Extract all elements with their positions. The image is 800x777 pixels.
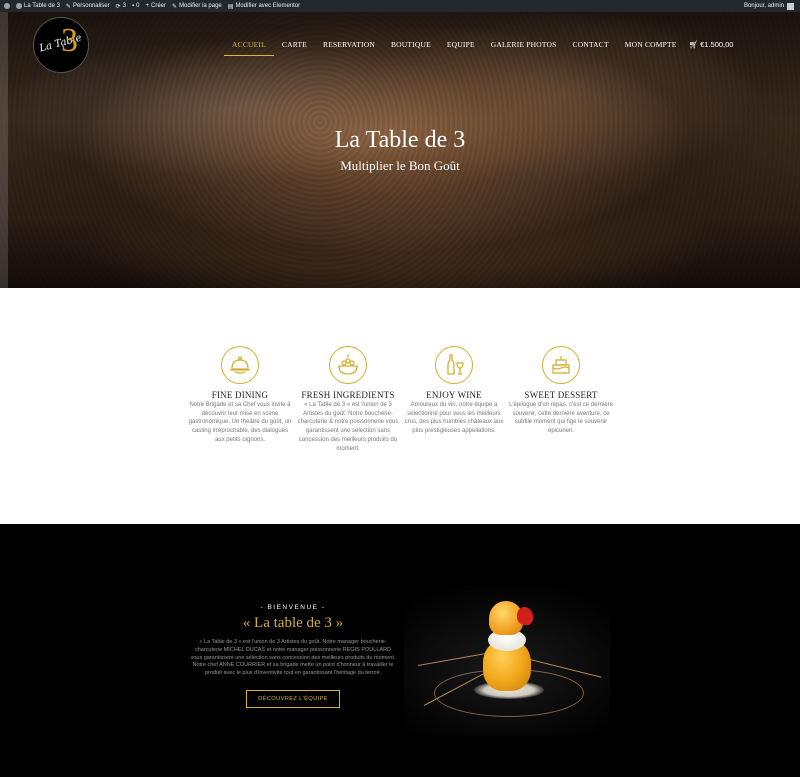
welcome-kicker: - BIENVENUE - [260,604,326,611]
pencil-icon: ✎ [172,3,178,10]
comment-icon: ▪ [132,3,135,9]
admin-comments[interactable]: ▪ 0 [132,3,139,9]
feature-sweet-dessert: SWEET DESSERT L'épilogue d'un repas, c'e… [509,346,613,436]
cake-icon [542,346,580,384]
feature-enjoy-wine: ENJOY WINE Amoureux du vin, notre équipe… [402,346,506,436]
dessert-photo [404,585,610,736]
plus-icon: + [145,3,150,9]
welcome-block: - BIENVENUE - « La table de 3 » « La Tab… [190,604,396,708]
welcome-section: - BIENVENUE - « La table de 3 » « La Tab… [0,524,800,777]
discover-team-button[interactable]: DÉCOUVREZ L'ÉQUIPE [246,689,340,708]
salad-bowl-icon [329,346,367,384]
features-section: FINE DINING Notre Brigade et sa Chef vou… [0,288,800,524]
elementor-icon: ▤ [227,3,234,10]
admin-updates[interactable]: ⟳ 3 [116,3,126,10]
cart-icon: 🛒︎ [688,40,699,49]
feature-text: Amoureux du vin, notre équipe a sélectio… [404,402,504,435]
nav-item-reservation[interactable]: RESERVATION [315,40,383,49]
feature-text: L'épilogue d'un repas, c'est ce dernière… [509,402,613,435]
nav-item-equipe[interactable]: EQUIPE [439,40,483,49]
feature-text: « La Table de 3 » est l'union de 3 Artis… [297,402,399,452]
admin-new[interactable]: + Créer [146,3,167,9]
wine-bottle-icon [435,346,473,384]
admin-edit-page[interactable]: ✎ Modifier la page [172,3,222,10]
nav-item-mon-compte[interactable]: MON COMPTE [617,40,685,49]
site-logo[interactable]: La Table 3 [33,17,89,73]
nav-item-carte[interactable]: CARTE [274,40,315,49]
hero-subtitle: Multiplier le Bon Goût [340,158,460,173]
home-icon [16,3,22,9]
feature-title: SWEET DESSERT [524,390,598,400]
nav-item-boutique[interactable]: BOUTIQUE [383,40,439,49]
nav-item-contact[interactable]: CONTACT [565,40,617,49]
nav-item-galerie-photos[interactable]: GALERIE PHOTOS [483,40,565,49]
nav-item-accueil[interactable]: ACCUEIL [224,40,274,56]
updates-icon: ⟳ [115,3,121,10]
main-nav: ACCUEIL CARTE RESERVATION BOUTIQUE EQUIP… [224,40,734,56]
admin-customize[interactable]: ✎ Personnaliser [66,3,110,10]
admin-account[interactable]: Bonjour, admin [744,0,794,12]
welcome-text: « La Table de 3 » est l'union de 3 Artis… [190,639,396,677]
welcome-title: « La table de 3 » [242,615,344,631]
brush-icon: ✎ [65,3,71,10]
cloche-icon [221,346,259,384]
feature-title: ENJOY WINE [426,390,482,400]
admin-site-name[interactable]: La Table de 3 [16,3,60,9]
avatar [787,2,794,10]
cart-amount: €1.500,00 [700,40,734,49]
hero-section: La Table 3 ACCUEIL CARTE RESERVATION BOU… [0,12,800,288]
hero-title: La Table de 3 [334,127,466,153]
wordpress-logo-icon[interactable] [4,3,10,9]
feature-fresh-ingredients: FRESH INGREDIENTS « La Table de 3 » est … [296,346,400,453]
feature-fine-dining: FINE DINING Notre Brigade et sa Chef vou… [188,346,292,445]
cart-button[interactable]: 🛒︎ €1.500,00 [685,40,734,49]
admin-elementor[interactable]: ▤ Modifier avec Elementor [228,3,300,10]
feature-title: FRESH INGREDIENTS [301,390,395,400]
admin-bar: La Table de 3 ✎ Personnaliser ⟳ 3 ▪ 0 + Crée… [0,0,800,12]
feature-text: Notre Brigade et sa Chef vous invite à d… [188,402,292,443]
feature-title: FINE DINING [211,390,269,400]
